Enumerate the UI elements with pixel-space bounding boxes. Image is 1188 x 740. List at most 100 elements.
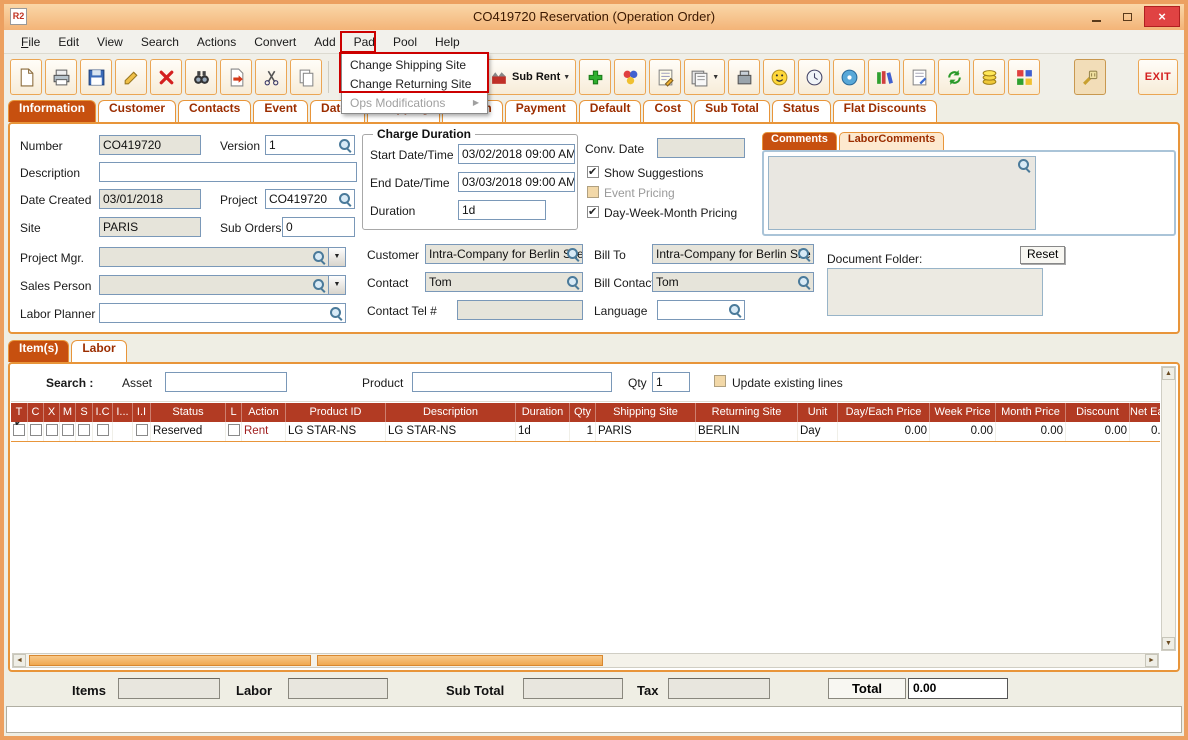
tab-contacts[interactable]: Contacts xyxy=(178,100,252,122)
column-header-i-i[interactable]: I.I xyxy=(133,403,151,422)
column-header-shipping-site[interactable]: Shipping Site xyxy=(596,403,696,422)
column-header-net-ea[interactable]: Net Ea... xyxy=(1130,403,1160,422)
row-checkbox-x[interactable] xyxy=(46,424,58,436)
tab-payment[interactable]: Payment xyxy=(504,100,577,122)
duration-field[interactable]: 1d xyxy=(458,200,546,220)
contact-lookup-icon[interactable] xyxy=(567,276,580,289)
column-header-status[interactable]: Status xyxy=(151,403,226,422)
edit-button[interactable] xyxy=(115,59,147,95)
tab-customer[interactable]: Customer xyxy=(98,100,177,122)
column-header-month-price[interactable]: Month Price xyxy=(996,403,1066,422)
notes-button[interactable] xyxy=(903,59,936,95)
conv-date-field[interactable] xyxy=(657,138,745,158)
add-item-button[interactable] xyxy=(579,59,612,95)
column-header-duration[interactable]: Duration xyxy=(516,403,570,422)
show-suggestions-checkbox[interactable] xyxy=(587,165,599,178)
menu-file[interactable]: File xyxy=(12,32,49,52)
tab-labor[interactable]: Labor xyxy=(71,340,127,362)
tab-event[interactable]: Event xyxy=(253,100,309,122)
delete-button[interactable] xyxy=(150,59,182,95)
date-created-field[interactable]: 03/01/2018 xyxy=(99,189,201,209)
calendar-stack-button[interactable]: ▼ xyxy=(684,59,726,95)
column-header-day-each-price[interactable]: Day/Each Price xyxy=(838,403,930,422)
start-datetime-field[interactable]: 03/02/2018 09:00 AM xyxy=(458,144,575,164)
number-field[interactable]: CO419720 xyxy=(99,135,201,155)
row-checkbox-s[interactable] xyxy=(78,424,90,436)
comments-textarea[interactable] xyxy=(768,156,1036,230)
close-button[interactable]: × xyxy=(1144,6,1180,27)
tab-default[interactable]: Default xyxy=(578,100,642,122)
asset-input[interactable] xyxy=(165,372,287,392)
connector-button[interactable] xyxy=(1074,59,1106,95)
tab-information[interactable]: Information xyxy=(8,100,96,122)
sales-person-dropdown-button[interactable]: ▼ xyxy=(328,275,346,295)
menu-pad[interactable]: Pad xyxy=(345,32,384,52)
column-header-description[interactable]: Description xyxy=(386,403,516,422)
maximize-button[interactable] xyxy=(1113,6,1141,27)
column-header-qty[interactable]: Qty xyxy=(570,403,596,422)
column-header-product-id[interactable]: Product ID xyxy=(286,403,386,422)
tab-cost[interactable]: Cost xyxy=(643,100,693,122)
language-lookup-icon[interactable] xyxy=(729,304,742,317)
site-building-button[interactable] xyxy=(728,59,761,95)
cut-button[interactable] xyxy=(255,59,287,95)
smiley-button[interactable] xyxy=(763,59,796,95)
copy-button[interactable] xyxy=(290,59,322,95)
column-header-unit[interactable]: Unit xyxy=(798,403,838,422)
scroll-down-icon[interactable]: ▼ xyxy=(1162,637,1175,650)
language-field[interactable] xyxy=(657,300,745,320)
save-button[interactable] xyxy=(80,59,112,95)
catalog-books-button[interactable] xyxy=(868,59,901,95)
minimize-button[interactable] xyxy=(1082,6,1110,27)
disc-button[interactable] xyxy=(833,59,866,95)
menu-convert[interactable]: Convert xyxy=(245,32,305,52)
h-scrollbar-thumb[interactable] xyxy=(317,655,603,666)
project-lookup-icon[interactable] xyxy=(339,193,352,206)
document-folder-area[interactable] xyxy=(827,268,1043,316)
print-button[interactable] xyxy=(45,59,77,95)
tab-status[interactable]: Status xyxy=(771,100,831,122)
scroll-right-icon[interactable]: ► xyxy=(1145,654,1158,667)
h-scrollbar-thumb[interactable] xyxy=(29,655,311,666)
tab-flat-discounts[interactable]: Flat Discounts xyxy=(832,100,938,122)
scroll-left-icon[interactable]: ◄ xyxy=(13,654,26,667)
scroll-up-icon[interactable]: ▲ xyxy=(1162,367,1175,380)
column-header-action[interactable]: Action xyxy=(242,403,286,422)
description-field[interactable] xyxy=(99,162,357,182)
comments-lookup-icon[interactable] xyxy=(1018,159,1031,172)
menu-search[interactable]: Search xyxy=(132,32,188,52)
site-field[interactable]: PARIS xyxy=(99,217,201,237)
column-header-c[interactable]: C xyxy=(28,403,44,422)
kit-group-button[interactable] xyxy=(614,59,647,95)
contact-field[interactable]: Tom xyxy=(425,272,583,292)
project-mgr-field[interactable] xyxy=(99,247,329,267)
row-checkbox-t[interactable] xyxy=(13,424,25,436)
project-field[interactable]: CO419720 xyxy=(265,189,355,209)
reset-button[interactable]: Reset xyxy=(1020,246,1066,264)
row-checkbox-m[interactable] xyxy=(62,424,74,436)
modules-button[interactable] xyxy=(1008,59,1041,95)
clock-button[interactable] xyxy=(798,59,831,95)
tab-sub-total[interactable]: Sub Total xyxy=(694,100,770,122)
row-checkbox-c[interactable] xyxy=(30,424,42,436)
column-header-s[interactable]: S xyxy=(76,403,93,422)
row-checkbox-i-c[interactable] xyxy=(96,424,109,436)
version-lookup-icon[interactable] xyxy=(339,139,352,152)
column-header-x[interactable]: X xyxy=(44,403,60,422)
qty-input[interactable]: 1 xyxy=(652,372,690,392)
exit-button[interactable]: EXIT xyxy=(1138,59,1178,95)
bill-to-lookup-icon[interactable] xyxy=(798,248,811,261)
bill-to-field[interactable]: Intra-Company for Berlin Site xyxy=(652,244,814,264)
bill-contact-field[interactable]: Tom xyxy=(652,272,814,292)
tab-items[interactable]: Item(s) xyxy=(8,340,70,362)
project-mgr-dropdown-button[interactable]: ▼ xyxy=(328,247,346,267)
column-header-t[interactable]: T xyxy=(11,403,28,422)
sub-orders-field[interactable]: 0 xyxy=(282,217,355,237)
version-field[interactable]: 1 xyxy=(265,135,355,155)
sales-person-field[interactable] xyxy=(99,275,329,295)
refresh-button[interactable] xyxy=(938,59,971,95)
labor-planner-field[interactable] xyxy=(99,303,346,323)
export-document-button[interactable] xyxy=(220,59,252,95)
product-input[interactable] xyxy=(412,372,612,392)
customer-lookup-icon[interactable] xyxy=(567,248,580,261)
